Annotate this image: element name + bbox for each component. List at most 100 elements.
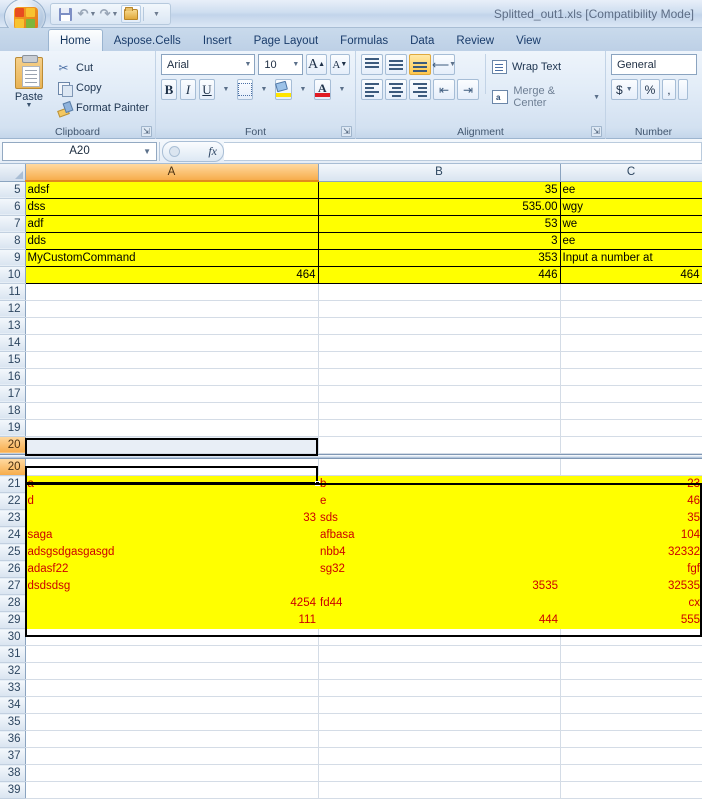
redo-icon[interactable]: ↷ ▼ <box>99 5 119 23</box>
row-header-36[interactable]: 36 <box>0 730 26 748</box>
cell-A6[interactable]: dss <box>25 198 319 216</box>
tab-insert[interactable]: Insert <box>192 30 243 51</box>
cell-C21[interactable]: 23 <box>560 475 702 493</box>
row-header-26[interactable]: 26 <box>0 560 26 578</box>
cancel-confirm-icon[interactable] <box>169 145 180 157</box>
underline-dropdown[interactable]: ▼ <box>218 79 234 100</box>
cell-B11[interactable] <box>318 283 561 301</box>
cell-A13[interactable] <box>25 317 319 335</box>
cell-B18[interactable] <box>318 402 561 420</box>
formula-input[interactable] <box>224 141 702 161</box>
tab-review[interactable]: Review <box>445 30 505 51</box>
row-header-17[interactable]: 17 <box>0 385 26 403</box>
cell-A9[interactable]: MyCustomCommand <box>25 249 319 267</box>
cell-B6[interactable]: 535.00 <box>318 198 561 216</box>
cell-B28[interactable]: fd44 <box>318 594 560 612</box>
cell-C10[interactable]: 464 <box>560 266 702 284</box>
row-header-5[interactable]: 5 <box>0 181 26 199</box>
cell-B26[interactable]: sg32 <box>318 560 560 578</box>
align-left-button[interactable] <box>361 79 383 100</box>
undo-icon[interactable]: ↶ ▼ <box>77 5 97 23</box>
comma-button[interactable]: , <box>662 79 676 100</box>
cell-C18[interactable] <box>560 402 702 420</box>
cell-C24[interactable]: 104 <box>560 526 702 544</box>
number-format-select[interactable]: General <box>611 54 697 75</box>
row-header-15[interactable]: 15 <box>0 351 26 369</box>
cell-B29[interactable]: 444 <box>318 611 560 629</box>
row-header-33[interactable]: 33 <box>0 679 26 697</box>
row-header-38[interactable]: 38 <box>0 764 26 782</box>
percent-button[interactable]: % <box>639 79 661 100</box>
cell-C13[interactable] <box>560 317 702 335</box>
row-header-14[interactable]: 14 <box>0 334 26 352</box>
cell-A22[interactable]: d <box>25 492 318 510</box>
customize-qat-icon[interactable]: ▼ <box>146 5 166 23</box>
cell-C34[interactable] <box>560 696 702 714</box>
font-family-select[interactable]: Arial ▼ <box>161 54 256 75</box>
cell-C36[interactable] <box>560 730 702 748</box>
row-header-30[interactable]: 30 <box>0 628 26 646</box>
cell-B30[interactable] <box>318 628 561 646</box>
borders-button[interactable] <box>237 79 253 100</box>
cell-A30[interactable] <box>25 628 319 646</box>
cell-A35[interactable] <box>25 713 319 731</box>
cell-B10[interactable]: 446 <box>318 266 561 284</box>
tab-view[interactable]: View <box>505 30 552 51</box>
tab-data[interactable]: Data <box>399 30 445 51</box>
cell-B36[interactable] <box>318 730 561 748</box>
row-header-8[interactable]: 8 <box>0 232 26 250</box>
grow-font-button[interactable]: A ▲ <box>306 54 327 75</box>
row-header-21[interactable]: 21 <box>0 475 26 493</box>
cell-B14[interactable] <box>318 334 561 352</box>
cell-B20[interactable] <box>318 458 561 476</box>
cell-A18[interactable] <box>25 402 319 420</box>
row-header-29[interactable]: 29 <box>0 611 26 629</box>
wrap-text-button[interactable]: Wrap Text <box>491 56 600 78</box>
cell-C6[interactable]: wgy <box>560 198 702 216</box>
cell-A20[interactable] <box>25 458 319 476</box>
cell-C37[interactable] <box>560 747 702 765</box>
cell-C20[interactable] <box>560 436 702 454</box>
cell-C33[interactable] <box>560 679 702 697</box>
cell-B32[interactable] <box>318 662 561 680</box>
cell-C5[interactable]: ee <box>560 181 702 199</box>
row-header-6[interactable]: 6 <box>0 198 26 216</box>
cell-A37[interactable] <box>25 747 319 765</box>
row-header-19[interactable]: 19 <box>0 419 26 437</box>
save-icon[interactable] <box>55 5 75 23</box>
cell-B25[interactable]: nbb4 <box>318 543 560 561</box>
cell-B12[interactable] <box>318 300 561 318</box>
cell-A14[interactable] <box>25 334 319 352</box>
cell-A17[interactable] <box>25 385 319 403</box>
merge-center-button[interactable]: a Merge & Center ▼ <box>491 85 600 109</box>
cell-C26[interactable]: fgf <box>560 560 702 578</box>
cell-C39[interactable] <box>560 781 702 799</box>
cell-C30[interactable] <box>560 628 702 646</box>
cell-C12[interactable] <box>560 300 702 318</box>
cell-A24[interactable]: saga <box>25 526 318 544</box>
cell-B37[interactable] <box>318 747 561 765</box>
cell-A11[interactable] <box>25 283 319 301</box>
cell-A16[interactable] <box>25 368 319 386</box>
row-header-39[interactable]: 39 <box>0 781 26 799</box>
cell-B8[interactable]: 3 <box>318 232 561 250</box>
borders-dropdown[interactable]: ▼ <box>256 79 272 100</box>
cell-C9[interactable]: Input a number at <box>560 249 702 267</box>
row-header-16[interactable]: 16 <box>0 368 26 386</box>
increase-decimal-button[interactable] <box>677 79 688 100</box>
cell-A12[interactable] <box>25 300 319 318</box>
cell-C15[interactable] <box>560 351 702 369</box>
cell-B16[interactable] <box>318 368 561 386</box>
cell-B34[interactable] <box>318 696 561 714</box>
row-header-20[interactable]: 20 <box>0 458 26 476</box>
row-header-12[interactable]: 12 <box>0 300 26 318</box>
cell-A28[interactable]: 4254 <box>25 594 318 612</box>
align-right-button[interactable] <box>409 79 431 100</box>
tab-home[interactable]: Home <box>48 29 103 51</box>
underline-button[interactable]: U <box>199 79 215 100</box>
cell-B24[interactable]: afbasa <box>318 526 560 544</box>
alignment-dialog-launcher-icon[interactable]: ⇲ <box>591 126 602 137</box>
row-header-27[interactable]: 27 <box>0 577 26 595</box>
cell-C14[interactable] <box>560 334 702 352</box>
row-header-37[interactable]: 37 <box>0 747 26 765</box>
